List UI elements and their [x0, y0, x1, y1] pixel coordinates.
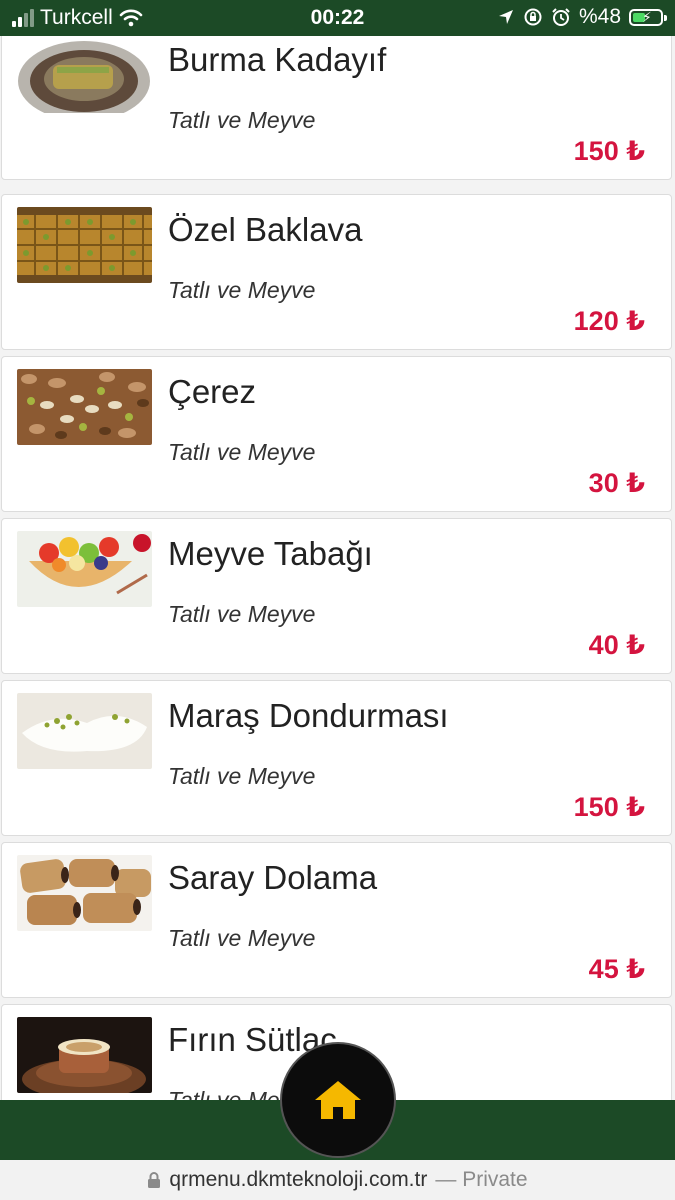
item-image — [17, 693, 152, 769]
item-category: Tatlı ve Meyve — [168, 107, 316, 133]
home-icon — [315, 1081, 361, 1119]
home-button[interactable] — [280, 1042, 396, 1158]
item-category: Tatlı ve Meyve — [168, 601, 316, 627]
item-name: Maraş Dondurması — [168, 697, 449, 734]
menu-item[interactable]: Saray Dolama Tatlı ve Meyve 45 ₺ — [1, 842, 672, 998]
menu-item[interactable]: Çerez Tatlı ve Meyve 30 ₺ — [1, 356, 672, 512]
url-text: qrmenu.dkmteknoloji.com.tr — [169, 1168, 428, 1191]
item-price: 150 ₺ — [573, 792, 645, 822]
private-label: — Private — [435, 1168, 528, 1191]
rotation-lock-icon — [524, 8, 542, 26]
alarm-icon — [552, 8, 570, 26]
menu-item[interactable]: Özel Baklava Tatlı ve Meyve 120 ₺ — [1, 194, 672, 350]
item-image — [17, 37, 152, 113]
menu-list[interactable]: Burma Kadayıf Tatlı ve Meyve 150 ₺ Özel … — [0, 36, 675, 1100]
item-price: 150 ₺ — [573, 136, 645, 166]
status-right: %48 ⚡ — [497, 5, 667, 29]
item-category: Tatlı ve Meyve — [168, 763, 316, 789]
item-image — [17, 531, 152, 607]
item-name: Meyve Tabağı — [168, 535, 373, 572]
item-category: Tatlı ve Meyve — [168, 925, 316, 951]
item-name: Saray Dolama — [168, 859, 378, 896]
item-price: 45 ₺ — [588, 954, 645, 984]
item-image — [17, 1017, 152, 1093]
item-image — [17, 855, 152, 931]
item-category: Tatlı ve Meyve — [168, 439, 316, 465]
location-icon — [498, 10, 513, 24]
lock-icon — [148, 1172, 161, 1188]
browser-url-bar[interactable]: qrmenu.dkmteknoloji.com.tr — Private — [0, 1160, 675, 1200]
item-name: Özel Baklava — [168, 211, 363, 248]
item-category: Tatlı ve Meyve — [168, 277, 316, 303]
item-price: 120 ₺ — [573, 306, 645, 336]
item-price: 40 ₺ — [588, 630, 645, 660]
item-name: Burma Kadayıf — [168, 41, 387, 78]
menu-item[interactable]: Burma Kadayıf Tatlı ve Meyve 150 ₺ — [1, 36, 672, 180]
item-price: 30 ₺ — [588, 468, 645, 498]
item-image — [17, 207, 152, 283]
status-bar: Turkcell 00:22 %48 ⚡ — [0, 0, 675, 36]
item-image — [17, 369, 152, 445]
item-name: Çerez — [168, 373, 257, 410]
battery-percent: %48 — [578, 5, 621, 28]
menu-item[interactable]: Meyve Tabağı Tatlı ve Meyve 40 ₺ — [1, 518, 672, 674]
battery-charging-icon: ⚡ — [629, 8, 667, 26]
menu-item[interactable]: Maraş Dondurması Tatlı ve Meyve 150 ₺ — [1, 680, 672, 836]
